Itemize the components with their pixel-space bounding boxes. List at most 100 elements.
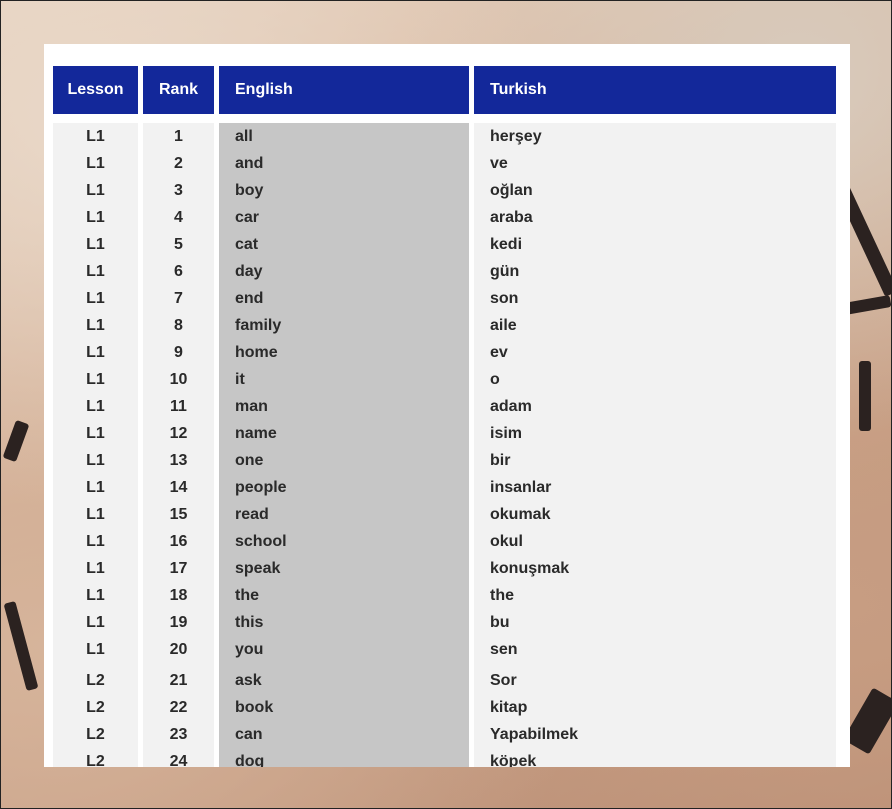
rank-cell: 2 (174, 155, 183, 172)
rank-cell: 23 (169, 726, 188, 743)
background-letter-stroke (859, 361, 871, 431)
lesson-group: L2 21 ask Sor L2 22 book kitap L2 23 can Yapabilmek… (53, 667, 836, 767)
lesson-cell: L1 (86, 263, 105, 280)
turkish-cell: herşey (490, 128, 542, 145)
english-cell: all (235, 128, 253, 145)
rank-cell: 7 (174, 290, 183, 307)
english-cell: name (235, 425, 277, 442)
turkish-cell: okul (490, 533, 523, 550)
background-letter-stroke (843, 687, 891, 755)
table-row: L2 24 dog köpek (53, 748, 836, 767)
rank-cell: 16 (169, 533, 188, 550)
turkish-cell: gün (490, 263, 520, 280)
vocabulary-table-panel: Lesson Rank English Turkish L1 1 all herşey… (44, 44, 850, 767)
english-cell: speak (235, 560, 281, 577)
lesson-group: L1 1 all herşey L1 2 and ve L1 3 boy oğlan L1 4 car ara… (53, 123, 836, 669)
table-row: L1 9 home ev (53, 339, 836, 366)
english-cell: book (235, 699, 274, 716)
turkish-cell: aile (490, 317, 517, 334)
turkish-cell: oğlan (490, 182, 533, 199)
lesson-cell: L2 (86, 753, 105, 767)
lesson-cell: L1 (86, 317, 105, 334)
rank-cell: 3 (174, 182, 183, 199)
table-row: L1 19 this bu (53, 609, 836, 636)
lesson-cell: L1 (86, 425, 105, 442)
english-cell: people (235, 479, 287, 496)
lesson-cell: L2 (86, 699, 105, 716)
header-lesson: Lesson (53, 66, 138, 114)
english-cell: and (235, 155, 264, 172)
lesson-cell: L1 (86, 641, 105, 658)
rank-cell: 4 (174, 209, 183, 226)
rank-cell: 18 (169, 587, 188, 604)
background-letter-stroke (3, 600, 39, 692)
rank-cell: 14 (169, 479, 188, 496)
turkish-cell: adam (490, 398, 532, 415)
lesson-cell: L1 (86, 155, 105, 172)
table-row: L1 17 speak konuşmak (53, 555, 836, 582)
english-cell: the (235, 587, 259, 604)
table-row: L1 16 school okul (53, 528, 836, 555)
turkish-cell: okumak (490, 506, 551, 523)
english-cell: cat (235, 236, 259, 253)
english-cell: home (235, 344, 278, 361)
turkish-cell: ev (490, 344, 508, 361)
english-cell: family (235, 317, 282, 334)
table-row: L1 8 family aile (53, 312, 836, 339)
lesson-cell: L1 (86, 236, 105, 253)
english-cell: day (235, 263, 263, 280)
table-row: L1 14 people insanlar (53, 474, 836, 501)
turkish-cell: insanlar (490, 479, 552, 496)
lesson-cell: L1 (86, 614, 105, 631)
turkish-cell: Sor (490, 672, 517, 689)
turkish-cell: son (490, 290, 519, 307)
turkish-cell: bir (490, 452, 511, 469)
rank-cell: 6 (174, 263, 183, 280)
table-row: L1 5 cat kedi (53, 231, 836, 258)
english-cell: this (235, 614, 264, 631)
rank-cell: 12 (169, 425, 188, 442)
english-cell: man (235, 398, 268, 415)
english-cell: ask (235, 672, 262, 689)
table-row: L2 23 can Yapabilmek (53, 721, 836, 748)
lesson-cell: L1 (86, 560, 105, 577)
turkish-cell: o (490, 371, 500, 388)
rank-cell: 15 (169, 506, 188, 523)
table-row: L2 22 book kitap (53, 694, 836, 721)
english-cell: end (235, 290, 264, 307)
english-cell: dog (235, 753, 265, 767)
rank-cell: 24 (169, 753, 188, 767)
lesson-cell: L1 (86, 182, 105, 199)
table-row: L1 6 day gün (53, 258, 836, 285)
table-row: L1 18 the the (53, 582, 836, 609)
rank-cell: 8 (174, 317, 183, 334)
table-row: L1 13 one bir (53, 447, 836, 474)
rank-cell: 10 (169, 371, 188, 388)
turkish-cell: Yapabilmek (490, 726, 579, 743)
rank-cell: 1 (174, 128, 183, 145)
rank-cell: 21 (169, 672, 188, 689)
table-row: L1 1 all herşey (53, 123, 836, 150)
table-row: L1 4 car araba (53, 204, 836, 231)
lesson-cell: L1 (86, 533, 105, 550)
rank-cell: 9 (174, 344, 183, 361)
header-rank: Rank (143, 66, 214, 114)
background-photo: Lesson Rank English Turkish L1 1 all herşey… (0, 0, 892, 809)
english-cell: read (235, 506, 269, 523)
lesson-cell: L1 (86, 344, 105, 361)
table-row: L1 7 end son (53, 285, 836, 312)
english-cell: you (235, 641, 264, 658)
lesson-cell: L1 (86, 587, 105, 604)
english-cell: it (235, 371, 245, 388)
lesson-cell: L2 (86, 726, 105, 743)
english-cell: car (235, 209, 260, 226)
english-cell: school (235, 533, 287, 550)
header-english: English (219, 66, 469, 114)
table-row: L1 11 man adam (53, 393, 836, 420)
turkish-cell: ve (490, 155, 508, 172)
turkish-cell: isim (490, 425, 523, 442)
table-row: L1 2 and ve (53, 150, 836, 177)
turkish-cell: bu (490, 614, 510, 631)
header-turkish: Turkish (474, 66, 836, 114)
table-row: L1 12 name isim (53, 420, 836, 447)
